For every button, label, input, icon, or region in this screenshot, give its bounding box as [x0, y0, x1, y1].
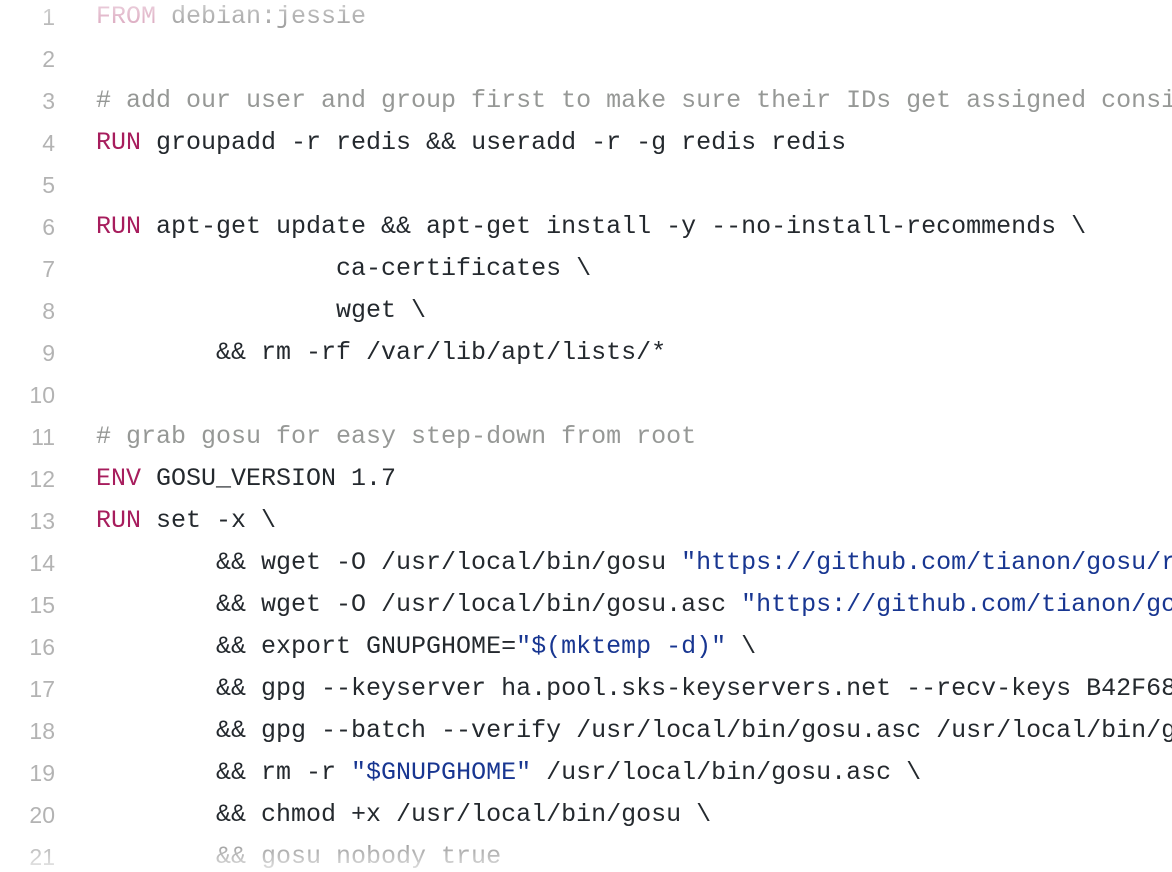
code-token: # grab gosu for easy step-down from root: [96, 422, 697, 451]
code-line: 20 && chmod +x /usr/local/bin/gosu \: [0, 794, 1172, 836]
line-number: 2: [42, 46, 55, 72]
line-number: 4: [42, 130, 55, 156]
code-token: && wget -O /usr/local/bin/gosu: [96, 548, 682, 577]
line-number: 8: [42, 298, 55, 324]
code-token: && rm -r: [96, 758, 352, 787]
line-number: 21: [29, 844, 55, 870]
code-token: RUN: [96, 128, 142, 157]
code-token: "$GNUPGHOME": [351, 758, 532, 787]
line-number: 20: [29, 802, 55, 828]
line-content: && chmod +x /usr/local/bin/gosu \: [96, 794, 711, 836]
code-token: RUN: [96, 506, 142, 535]
code-line: 17 && gpg --keyserver ha.pool.sks-keyser…: [0, 668, 1172, 710]
code-token: apt-get update && apt-get install -y --n…: [141, 212, 1087, 241]
line-content: FROM debian:jessie: [96, 0, 366, 38]
code-token: \: [726, 632, 757, 661]
code-line: 2: [0, 38, 1172, 80]
line-number: 5: [42, 172, 55, 198]
code-line: 9 && rm -rf /var/lib/apt/lists/*: [0, 332, 1172, 374]
code-token: && gosu nobody true: [96, 842, 502, 871]
line-content: ca-certificates \: [96, 248, 591, 290]
code-token: /usr/local/bin/gosu.asc \: [531, 758, 922, 787]
line-number: 9: [42, 340, 55, 366]
line-number: 15: [29, 592, 55, 618]
code-token: && gpg --batch --verify /usr/local/bin/g…: [96, 716, 1172, 745]
code-line: 18 && gpg --batch --verify /usr/local/bi…: [0, 710, 1172, 752]
code-line: 1 FROM debian:jessie: [0, 0, 1172, 38]
code-line: 14 && wget -O /usr/local/bin/gosu "https…: [0, 542, 1172, 584]
line-content: ENV GOSU_VERSION 1.7: [96, 458, 396, 500]
code-token: # add our user and group first to make s…: [96, 86, 1172, 115]
line-number: 6: [42, 214, 55, 240]
code-token: "https://github.com/tianon/gosu/r: [681, 548, 1172, 577]
code-token: debian:jessie: [156, 2, 367, 31]
line-content: # add our user and group first to make s…: [96, 80, 1172, 122]
code-line: 5: [0, 164, 1172, 206]
code-line: 12 ENV GOSU_VERSION 1.7: [0, 458, 1172, 500]
code-token: && wget -O /usr/local/bin/gosu.asc: [96, 590, 742, 619]
code-line: 21 && gosu nobody true: [0, 836, 1172, 872]
line-content: && gosu nobody true: [96, 836, 501, 872]
code-token: ENV: [96, 464, 142, 493]
code-line: 13 RUN set -x \: [0, 500, 1172, 542]
line-content: && gpg --batch --verify /usr/local/bin/g…: [96, 710, 1172, 752]
code-line: 6 RUN apt-get update && apt-get install -…: [0, 206, 1172, 248]
code-token: groupadd -r redis && useradd -r -g redis…: [141, 128, 847, 157]
line-number: 19: [29, 760, 55, 786]
line-number: 11: [31, 424, 55, 450]
line-number: 3: [42, 88, 55, 114]
code-line: 3 # add our user and group first to make …: [0, 80, 1172, 122]
line-number: 14: [29, 550, 55, 576]
code-line: 16 && export GNUPGHOME="$(mktemp -d)" \: [0, 626, 1172, 668]
code-line: 15 && wget -O /usr/local/bin/gosu.asc "h…: [0, 584, 1172, 626]
code-line: 10: [0, 374, 1172, 416]
code-token: "https://github.com/tianon/go: [741, 590, 1172, 619]
code-token: && gpg --keyserver ha.pool.sks-keyserver…: [96, 674, 1172, 703]
code-token: wget \: [96, 296, 427, 325]
line-number: 12: [29, 466, 55, 492]
line-content: && rm -r "$GNUPGHOME" /usr/local/bin/gos…: [96, 752, 921, 794]
code-line: 7 ca-certificates \: [0, 248, 1172, 290]
line-number: 1: [42, 4, 55, 30]
line-number: 13: [29, 508, 55, 534]
line-content: && wget -O /usr/local/bin/gosu "https://…: [96, 542, 1172, 584]
code-token: && export GNUPGHOME=: [96, 632, 517, 661]
line-content: RUN set -x \: [96, 500, 276, 542]
code-line: 11 # grab gosu for easy step-down from ro…: [0, 416, 1172, 458]
line-number: 16: [29, 634, 55, 660]
code-line: 19 && rm -r "$GNUPGHOME" /usr/local/bin/…: [0, 752, 1172, 794]
line-number: 7: [42, 256, 55, 282]
line-content: && gpg --keyserver ha.pool.sks-keyserver…: [96, 668, 1172, 710]
code-token: RUN: [96, 212, 142, 241]
line-number: 10: [29, 382, 55, 408]
code-token: set -x \: [141, 506, 277, 535]
code-token: "$(mktemp -d)": [516, 632, 727, 661]
line-content: # grab gosu for easy step-down from root: [96, 416, 696, 458]
code-token: && chmod +x /usr/local/bin/gosu \: [96, 800, 712, 829]
line-number: 18: [29, 718, 55, 744]
code-view: 1 FROM debian:jessie 2 3 # add our user and …: [0, 0, 1172, 872]
code-token: ca-certificates \: [96, 254, 592, 283]
line-content: RUN groupadd -r redis && useradd -r -g r…: [96, 122, 846, 164]
line-content: && export GNUPGHOME="$(mktemp -d)" \: [96, 626, 756, 668]
line-number: 17: [29, 676, 55, 702]
line-content: && wget -O /usr/local/bin/gosu.asc "http…: [96, 584, 1172, 626]
code-line: 4 RUN groupadd -r redis && useradd -r -g …: [0, 122, 1172, 164]
code-token: GOSU_VERSION 1.7: [141, 464, 397, 493]
line-content: RUN apt-get update && apt-get install -y…: [96, 206, 1086, 248]
code-line: 8 wget \: [0, 290, 1172, 332]
line-content: && rm -rf /var/lib/apt/lists/*: [96, 332, 666, 374]
line-content: wget \: [96, 290, 426, 332]
code-token: && rm -rf /var/lib/apt/lists/*: [96, 338, 667, 367]
code-token: FROM: [96, 2, 157, 31]
